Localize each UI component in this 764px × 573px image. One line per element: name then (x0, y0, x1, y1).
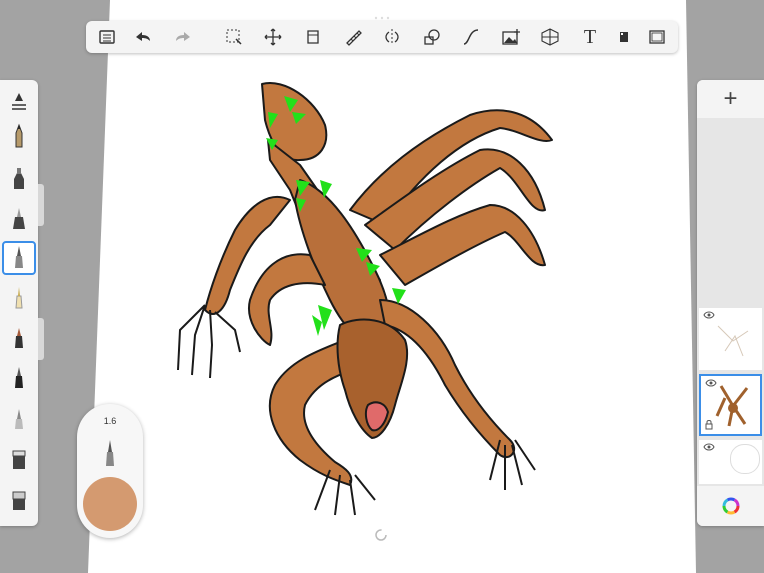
eraser-hard-icon[interactable] (2, 483, 36, 517)
ink-pen-icon[interactable] (2, 361, 36, 395)
layer-thumbnail (715, 385, 749, 427)
brush-palette (0, 80, 38, 526)
brush-puck[interactable]: 1.6 (77, 404, 143, 538)
perspective-icon[interactable] (535, 21, 565, 53)
top-toolbar: T (86, 21, 678, 53)
color-wheel-icon[interactable] (722, 497, 740, 515)
paint-tube-icon[interactable] (2, 321, 36, 355)
pencil-icon[interactable] (2, 120, 36, 154)
fill-icon[interactable] (298, 21, 328, 53)
undo-icon[interactable] (128, 21, 158, 53)
color-editor-area (697, 486, 764, 526)
text-icon[interactable]: T (575, 21, 605, 53)
background-color-swatch[interactable] (730, 444, 760, 474)
smudge-icon[interactable] (2, 402, 36, 436)
drag-handle[interactable] (373, 7, 391, 20)
shapes-icon[interactable] (417, 21, 447, 53)
symmetry-icon[interactable] (377, 21, 407, 53)
layer-sketch[interactable] (699, 308, 762, 370)
eye-icon[interactable] (703, 443, 715, 451)
fullscreen-icon[interactable] (642, 21, 672, 53)
brush-settings-icon[interactable] (2, 84, 36, 118)
image-icon[interactable] (496, 21, 526, 53)
sync-icon (375, 529, 387, 541)
paint-brush-icon[interactable] (2, 241, 36, 275)
ruler-icon[interactable] (338, 21, 368, 53)
lock-icon[interactable] (705, 420, 713, 430)
layers-panel: + (697, 80, 764, 526)
airbrush-icon[interactable] (2, 202, 36, 236)
marker-icon[interactable] (2, 162, 36, 196)
eraser-icon[interactable] (2, 442, 36, 476)
transform-icon[interactable] (258, 21, 288, 53)
layer-background[interactable] (699, 440, 762, 484)
redo-icon[interactable] (168, 21, 198, 53)
layer-thumbnail (717, 325, 749, 357)
list-icon[interactable] (92, 21, 122, 53)
calligraphy-pen-icon[interactable] (2, 281, 36, 315)
current-brush-icon (100, 438, 120, 473)
canvas-page (88, 0, 696, 573)
brush-size-value: 1.6 (103, 416, 117, 426)
add-layer-button[interactable]: + (697, 80, 764, 118)
brush-panel-tab[interactable] (38, 184, 44, 226)
brush-panel-tab-lower[interactable] (38, 318, 44, 360)
stroke-icon[interactable] (456, 21, 486, 53)
selection-icon[interactable] (219, 21, 249, 53)
current-color-swatch[interactable] (83, 477, 137, 531)
flipbook-icon[interactable] (609, 21, 639, 53)
layer-painting[interactable] (699, 374, 762, 436)
